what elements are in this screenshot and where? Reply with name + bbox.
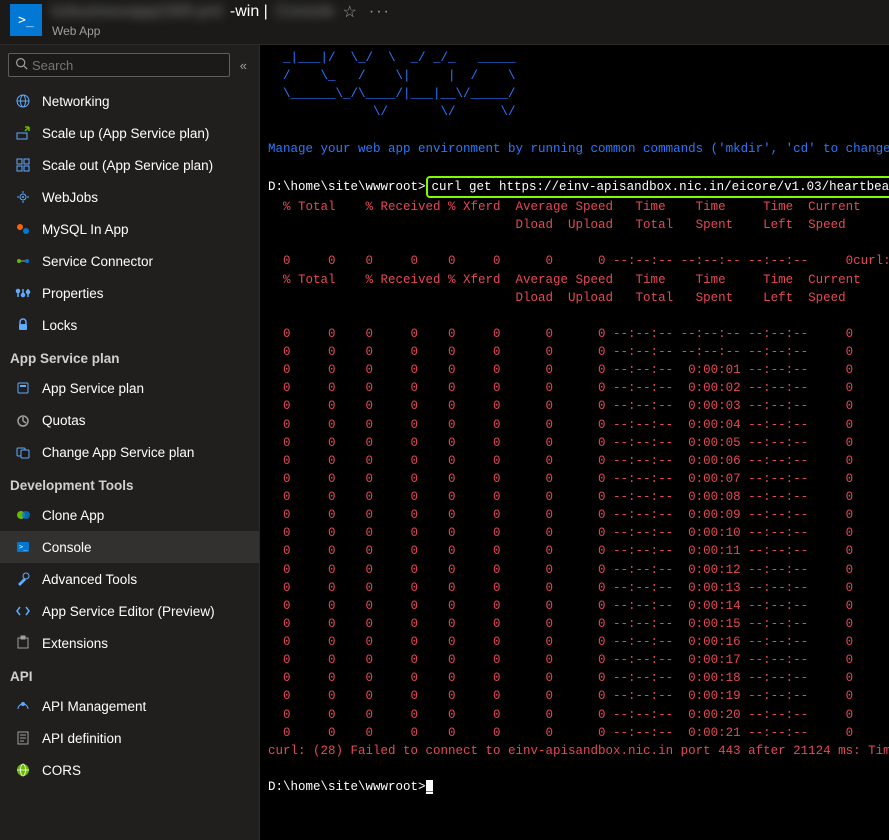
- cursor-icon: _: [426, 780, 434, 794]
- apim-icon: [14, 697, 32, 715]
- sidebar-item-label: Properties: [42, 286, 104, 301]
- webapp-icon: >_: [10, 4, 42, 36]
- webjobs-icon: [14, 188, 32, 206]
- svg-text:>_: >_: [19, 543, 28, 551]
- command-highlight: curl get https://einv-apisandbox.nic.in/…: [426, 176, 889, 198]
- sidebar-item-label: Extensions: [42, 636, 108, 651]
- collapse-sidebar-icon[interactable]: «: [236, 54, 251, 77]
- sidebar-item-scale-out-app-service-plan-[interactable]: Scale out (App Service plan): [0, 149, 259, 181]
- tools-icon: [14, 570, 32, 588]
- sidebar-item-quotas[interactable]: Quotas: [0, 404, 259, 436]
- sidebar-item-label: Scale out (App Service plan): [42, 158, 213, 173]
- sidebar-item-label: Scale up (App Service plan): [42, 126, 209, 141]
- group-development-tools: Development Tools: [0, 468, 259, 499]
- globe-icon: [14, 92, 32, 110]
- sidebar-item-app-service-editor-preview-[interactable]: App Service Editor (Preview): [0, 595, 259, 627]
- scale-out-icon: [14, 156, 32, 174]
- curl-header-2b: Dload Upload Total Spent Left Speed: [268, 291, 846, 305]
- sidebar-item-label: App Service plan: [42, 381, 144, 396]
- manage-hint: Manage your web app environment by runni…: [268, 142, 889, 156]
- title-section-blur: Console: [276, 3, 335, 21]
- page-title: kzbusinessapp2305-prd -win | Console ☆ ·…: [52, 2, 879, 22]
- lock-icon: [14, 316, 32, 334]
- scale-up-icon: [14, 124, 32, 142]
- sidebar-item-properties[interactable]: Properties: [0, 277, 259, 309]
- sidebar-item-webjobs[interactable]: WebJobs: [0, 181, 259, 213]
- sidebar-item-mysql-in-app[interactable]: MySQL In App: [0, 213, 259, 245]
- sidebar-item-label: App Service Editor (Preview): [42, 604, 215, 619]
- curl-error-timeout: curl: (28) Failed to connect to einv-api…: [268, 744, 889, 758]
- sidebar-item-clone-app[interactable]: Clone App: [0, 499, 259, 531]
- change-plan-icon: [14, 443, 32, 461]
- sidebar-item-service-connector[interactable]: Service Connector: [0, 245, 259, 277]
- favorite-star-icon[interactable]: ☆: [343, 2, 357, 22]
- sidebar-item-label: Quotas: [42, 413, 86, 428]
- curl-header-2a: % Total % Received % Xferd Average Speed…: [268, 273, 861, 287]
- sidebar-item-networking[interactable]: Networking: [0, 85, 259, 117]
- sidebar-item-cors[interactable]: CORS: [0, 754, 259, 786]
- title-mid: -win |: [230, 3, 268, 21]
- sidebar-item-label: CORS: [42, 763, 81, 778]
- apidef-icon: [14, 729, 32, 747]
- sidebar-item-locks[interactable]: Locks: [0, 309, 259, 341]
- search-icon: [15, 57, 28, 73]
- sidebar-item-extensions[interactable]: Extensions: [0, 627, 259, 659]
- sidebar: « Networking Scale up (App Service plan) S…: [0, 45, 260, 840]
- group-api: API: [0, 659, 259, 690]
- sidebar-item-label: Change App Service plan: [42, 445, 194, 460]
- mysql-icon: [14, 220, 32, 238]
- console-output[interactable]: _|___|/ \_/ \ _/ _/_ _____ / \_ / \| | /…: [260, 45, 889, 840]
- prompt-line: D:\home\site\wwwroot>curl get https://ei…: [268, 180, 889, 194]
- resource-type-label: Web App: [52, 24, 879, 38]
- properties-icon: [14, 284, 32, 302]
- extensions-icon: [14, 634, 32, 652]
- group-app-service-plan: App Service plan: [0, 341, 259, 372]
- more-actions-icon[interactable]: ···: [365, 3, 395, 21]
- sidebar-item-label: MySQL In App: [42, 222, 129, 237]
- sidebar-item-label: WebJobs: [42, 190, 98, 205]
- ascii-art: _|___|/ \_/ \ _/ _/_ _____ / \_ / \| | /…: [268, 51, 516, 119]
- curl-header-1b: Dload Upload Total Spent Left Speed: [268, 218, 846, 232]
- sidebar-item-advanced-tools[interactable]: Advanced Tools: [0, 563, 259, 595]
- sidebar-item-label: API Management: [42, 699, 146, 714]
- sidebar-item-label: Clone App: [42, 508, 104, 523]
- sidebar-item-label: Networking: [42, 94, 110, 109]
- sidebar-item-app-service-plan[interactable]: App Service plan: [0, 372, 259, 404]
- console-icon: >_: [14, 538, 32, 556]
- sidebar-item-label: Advanced Tools: [42, 572, 137, 587]
- quotas-icon: [14, 411, 32, 429]
- sidebar-item-label: Console: [42, 540, 92, 555]
- clone-icon: [14, 506, 32, 524]
- sidebar-item-api-management[interactable]: API Management: [0, 690, 259, 722]
- sidebar-nav[interactable]: Networking Scale up (App Service plan) Sca…: [0, 85, 259, 840]
- curl-progress-rows: 0 0 0 0 0 0 0 0 --:--:-- --:--:-- --:--:…: [268, 327, 853, 740]
- curl-error-resolve: 0 0 0 0 0 0 0 0 --:--:-- --:--:-- --:--:…: [268, 254, 889, 268]
- search-box[interactable]: [8, 53, 230, 77]
- sidebar-item-label: Service Connector: [42, 254, 153, 269]
- cors-icon: [14, 761, 32, 779]
- sidebar-item-change-app-service-plan[interactable]: Change App Service plan: [0, 436, 259, 468]
- sidebar-item-label: API definition: [42, 731, 122, 746]
- plan-icon: [14, 379, 32, 397]
- prompt-line-2: D:\home\site\wwwroot>_: [268, 780, 433, 794]
- sidebar-item-console[interactable]: >_ Console: [0, 531, 259, 563]
- resource-name-blur: kzbusinessapp2305-prd: [52, 3, 222, 21]
- sidebar-item-scale-up-app-service-plan-[interactable]: Scale up (App Service plan): [0, 117, 259, 149]
- curl-header-1a: % Total % Received % Xferd Average Speed…: [268, 200, 861, 214]
- sidebar-item-api-definition[interactable]: API definition: [0, 722, 259, 754]
- connector-icon: [14, 252, 32, 270]
- search-input[interactable]: [32, 58, 223, 73]
- page-header: >_ kzbusinessapp2305-prd -win | Console …: [0, 0, 889, 45]
- sidebar-item-label: Locks: [42, 318, 77, 333]
- editor-icon: [14, 602, 32, 620]
